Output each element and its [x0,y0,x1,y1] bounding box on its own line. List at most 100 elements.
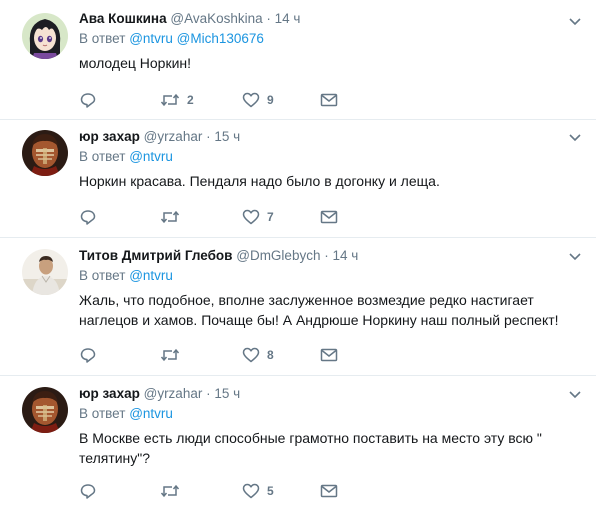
envelope-icon [320,348,338,362]
separator-dot: · [206,129,211,144]
like-count: 5 [267,484,274,498]
direct-message-button[interactable] [320,345,338,365]
anime-avatar-icon [22,13,68,59]
tweet-text-line: телятину"? [79,450,151,466]
direct-message-button[interactable] [320,90,338,110]
reply-prefix: В ответ [79,268,126,283]
mention-link[interactable]: @ntvru [129,268,173,283]
tweet-actions: 5 [79,481,359,501]
direct-message-button[interactable] [320,481,338,501]
like-button[interactable]: 8 [242,345,274,365]
timestamp[interactable]: 14 ч [275,11,301,26]
heart-icon [242,483,260,499]
tweet-body: Титов Дмитрий Глебов @DmGlebych · 14 ч В… [79,247,588,330]
portrait-avatar-icon [22,130,68,176]
reply-icon [80,484,96,499]
tweet-actions: 7 [79,207,359,227]
mention-link[interactable]: @ntvru [129,31,173,46]
tweet-text: молодец Норкин! [79,53,588,73]
like-button[interactable]: 9 [242,90,274,110]
author-handle[interactable]: @yrzahar [144,129,203,144]
retweet-button[interactable] [160,207,187,227]
heart-icon [242,92,260,108]
tweet[interactable]: Титов Дмитрий Глебов @DmGlebych · 14 ч В… [0,238,596,376]
reply-context: В ответ @ntvru [79,267,588,285]
portrait-avatar-icon [22,387,68,433]
retweet-count: 2 [187,93,194,107]
tweet-text-line: В Москве есть люди способные грамотно по… [79,430,542,446]
retweet-icon [160,93,180,107]
reply-prefix: В ответ [79,149,126,164]
tweet-text: В Москве есть люди способные грамотно по… [79,428,588,468]
author-name[interactable]: юр захар [79,386,140,401]
author-handle[interactable]: @yrzahar [144,386,203,401]
reply-context: В ответ @ntvru [79,405,588,423]
like-count: 8 [267,348,274,362]
reply-button[interactable] [79,90,97,110]
separator-dot: · [324,248,329,263]
retweet-icon [160,210,180,224]
tweet-body: юр захар @yrzahar · 15 ч В ответ @ntvru … [79,385,588,468]
reply-feed: Ава Кошкина @AvaKoshkina · 14 ч В ответ … [0,0,596,511]
tweet[interactable]: юр захар @yrzahar · 15 ч В ответ @ntvru … [0,376,596,511]
tweet-text-line: наглецов и хамов. Почаще бы! А Андрюше Н… [79,312,559,328]
reply-icon [80,210,96,225]
timestamp[interactable]: 15 ч [214,386,240,401]
tweet-text: Жаль, что подобное, вполне заслуженное в… [79,290,588,330]
retweet-button[interactable] [160,481,187,501]
mention-link[interactable]: @Mich130676 [177,31,264,46]
avatar[interactable] [22,249,68,295]
envelope-icon [320,93,338,107]
author-name[interactable]: Ава Кошкина [79,11,167,26]
tweet-actions: 2 9 [79,90,359,110]
tweet-text-line: Жаль, что подобное, вполне заслуженное в… [79,292,534,308]
avatar[interactable] [22,13,68,59]
mention-link[interactable]: @ntvru [129,149,173,164]
like-count: 9 [267,93,274,107]
tweet[interactable]: юр захар @yrzahar · 15 ч В ответ @ntvru … [0,120,596,238]
reply-button[interactable] [79,207,97,227]
retweet-button[interactable] [160,345,187,365]
tweet-header: юр захар @yrzahar · 15 ч [79,385,588,403]
reply-icon [80,93,96,108]
reply-button[interactable] [79,481,97,501]
tweet-text-line: Норкин красава. Пендаля надо было в дого… [79,173,440,189]
reply-icon [80,348,96,363]
tweet-text: Норкин красава. Пендаля надо было в дого… [79,171,588,191]
author-name[interactable]: Титов Дмитрий Глебов [79,248,232,263]
timestamp[interactable]: 15 ч [214,129,240,144]
reply-button[interactable] [79,345,97,365]
like-count: 7 [267,210,274,224]
separator-dot: · [266,11,271,26]
retweet-button[interactable]: 2 [160,90,194,110]
reply-context: В ответ @ntvru @Mich130676 [79,30,588,48]
tweet-text-line: молодец Норкин! [79,55,192,71]
avatar[interactable] [22,387,68,433]
retweet-icon [160,484,180,498]
reply-prefix: В ответ [79,406,126,421]
mention-link[interactable]: @ntvru [129,406,173,421]
tweet-body: Ава Кошкина @AvaKoshkina · 14 ч В ответ … [79,10,588,73]
tweet-body: юр захар @yrzahar · 15 ч В ответ @ntvru … [79,128,588,191]
direct-message-button[interactable] [320,207,338,227]
tweet-header: юр захар @yrzahar · 15 ч [79,128,588,146]
heart-icon [242,347,260,363]
photo-avatar-icon [22,249,68,295]
tweet-header: Титов Дмитрий Глебов @DmGlebych · 14 ч [79,247,588,265]
reply-context: В ответ @ntvru [79,148,588,166]
envelope-icon [320,484,338,498]
timestamp[interactable]: 14 ч [333,248,359,263]
tweet-actions: 8 [79,345,359,365]
heart-icon [242,209,260,225]
retweet-icon [160,348,180,362]
like-button[interactable]: 7 [242,207,274,227]
tweet-header: Ава Кошкина @AvaKoshkina · 14 ч [79,10,588,28]
author-name[interactable]: юр захар [79,129,140,144]
envelope-icon [320,210,338,224]
author-handle[interactable]: @DmGlebych [236,248,320,263]
like-button[interactable]: 5 [242,481,274,501]
author-handle[interactable]: @AvaKoshkina [170,11,262,26]
avatar[interactable] [22,130,68,176]
tweet[interactable]: Ава Кошкина @AvaKoshkina · 14 ч В ответ … [0,0,596,120]
reply-prefix: В ответ [79,31,126,46]
